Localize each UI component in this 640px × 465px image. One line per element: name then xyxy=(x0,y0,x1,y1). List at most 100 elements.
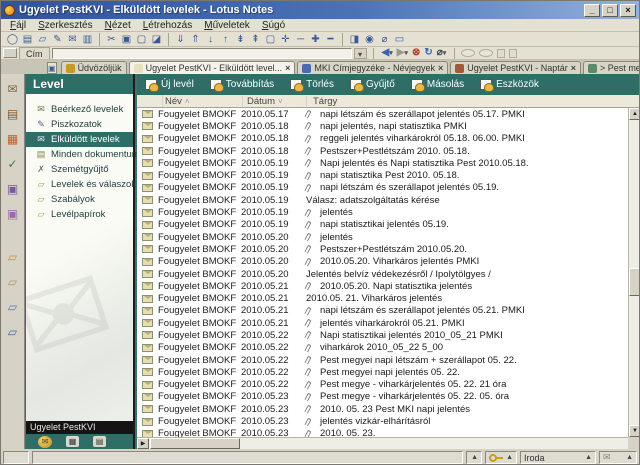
dock-icon[interactable]: ▤ xyxy=(93,436,106,447)
mail-row[interactable]: Fougyelet BMOKF 2010.05.22 Pest megyei n… xyxy=(137,354,640,366)
tab-close-icon[interactable]: × xyxy=(438,63,443,73)
toolbar-icon[interactable]: ▣ xyxy=(119,33,134,46)
toolbar-icon[interactable]: ▢ xyxy=(134,33,149,46)
toolbar-icon[interactable]: ◨ xyxy=(342,33,362,46)
toolbar-icon[interactable]: ✛ xyxy=(278,33,293,46)
mail-row[interactable]: Fougyelet BMOKF 2010.05.23 2010. 05. 23 … xyxy=(137,403,640,415)
menu-item[interactable]: Súgó xyxy=(257,20,290,31)
column-date[interactable]: Dátum˅ xyxy=(243,96,307,107)
toolbar-icon[interactable]: ▱ xyxy=(35,33,50,46)
menu-item[interactable]: Szerkesztés xyxy=(33,20,97,31)
nav-icon[interactable]: ↻▾ xyxy=(422,47,434,59)
folder-item[interactable]: Elküldött levelek xyxy=(26,132,133,147)
folder-item[interactable]: Szabályok xyxy=(26,192,133,207)
bookmark-icon[interactable]: ▣ xyxy=(7,178,18,203)
bookmark-icon[interactable]: ▣ xyxy=(7,203,18,228)
tab-list-button[interactable]: ▣ xyxy=(47,62,57,74)
nav-icon[interactable]: ◀▾ xyxy=(380,47,395,60)
folder-item[interactable]: Levelek és válaszok xyxy=(26,177,133,192)
window-tab[interactable]: > Pest megyei napi létszám +... × xyxy=(583,61,640,74)
mail-row[interactable]: Fougyelet BMOKF 2010.05.22 Napi statiszt… xyxy=(137,329,640,341)
mail-row[interactable]: Fougyelet BMOKF 2010.05.20 Pestszer+Pest… xyxy=(137,243,640,255)
mail-row[interactable]: Fougyelet BMOKF 2010.05.23 Pest megye - … xyxy=(137,391,640,403)
nav-icon[interactable]: ▶▾ xyxy=(395,47,410,60)
address-input[interactable] xyxy=(52,48,352,59)
toolbar-icon[interactable]: ✚ xyxy=(308,33,323,46)
window-tab[interactable]: MKI Címjegyzéke - Névjegyek × xyxy=(297,61,448,74)
address-dropdown[interactable]: ▾ xyxy=(354,48,367,59)
mail-row[interactable]: Fougyelet BMOKF 2010.05.20 2010.05.20. V… xyxy=(137,256,640,268)
bookmark-icon[interactable]: ▱ xyxy=(8,271,17,296)
menu-item[interactable]: Létrehozás xyxy=(138,20,197,31)
bookmark-icon[interactable]: ▤ xyxy=(7,103,18,128)
toolbar-icon[interactable]: ◪ xyxy=(149,33,164,46)
window-tab[interactable]: Üdvözöljük × xyxy=(61,61,127,74)
toolbar-icon[interactable]: ▭ xyxy=(392,33,407,46)
folder-item[interactable]: Piszkozatok xyxy=(26,117,133,132)
toolbar-icon[interactable]: ⌀ xyxy=(377,33,392,46)
menu-item[interactable]: Nézet xyxy=(100,20,136,31)
restore-button[interactable]: □ xyxy=(602,4,618,17)
mail-row[interactable]: Fougyelet BMOKF 2010.05.17 napi létszám … xyxy=(137,108,640,120)
scroll-down-icon[interactable]: ▼ xyxy=(629,425,640,437)
column-subject[interactable]: Tárgy xyxy=(307,96,640,107)
action-button[interactable]: Gyűjtő xyxy=(350,79,395,90)
toolbar-icon[interactable]: ▥ xyxy=(80,33,95,46)
folder-item[interactable]: Levélpapírok xyxy=(26,207,133,222)
bookmark-icon[interactable]: ▦ xyxy=(7,128,18,153)
scroll-up-icon[interactable]: ▲ xyxy=(629,108,640,120)
mail-row[interactable]: Fougyelet BMOKF 2010.05.23 2010. 05. 23. xyxy=(137,428,640,437)
action-button[interactable]: Továbbítás xyxy=(210,79,274,90)
toolbar-icon[interactable]: ⇓ xyxy=(168,33,188,46)
mail-row[interactable]: Fougyelet BMOKF 2010.05.21 jelentés viha… xyxy=(137,317,640,329)
scroll-right-icon[interactable]: ▶ xyxy=(137,438,149,449)
vscroll-thumb[interactable] xyxy=(629,268,640,296)
mail-row[interactable]: Fougyelet BMOKF 2010.05.19 napi statiszt… xyxy=(137,169,640,181)
toolbar-icon[interactable]: ─ xyxy=(293,33,308,46)
status-popup-button[interactable]: ▲ xyxy=(466,451,482,464)
close-button[interactable]: × xyxy=(620,4,636,17)
bookmark-icon[interactable]: ✉ xyxy=(7,78,17,103)
toolbar-icon[interactable]: ✎ xyxy=(50,33,65,46)
mail-status-button[interactable]: ✉▲ xyxy=(599,451,637,464)
dock-icon[interactable]: ▦ xyxy=(66,436,79,447)
title-bar[interactable]: Ugyelet PestKVI - Elküldött levelek - Lo… xyxy=(1,1,639,19)
toolbar-icon[interactable]: ↓ xyxy=(203,33,218,46)
bookmark-icon[interactable]: ✓ xyxy=(7,153,17,178)
mail-row[interactable]: Fougyelet BMOKF 2010.05.22 viharkárok 20… xyxy=(137,342,640,354)
column-name[interactable]: Név˄ xyxy=(163,96,243,107)
toolbar-icon[interactable]: ◯ xyxy=(5,33,20,46)
mail-row[interactable]: Fougyelet BMOKF 2010.05.18 Pestszer+Pest… xyxy=(137,145,640,157)
folder-item[interactable]: Beérkező levelek xyxy=(26,102,133,117)
folder-item[interactable]: Minden dokumentum xyxy=(26,147,133,162)
bookmark-icon[interactable]: ▱ xyxy=(8,321,17,346)
mail-row[interactable]: Fougyelet BMOKF 2010.05.21 napi létszám … xyxy=(137,305,640,317)
mail-row[interactable]: Fougyelet BMOKF 2010.05.22 Pest megyei n… xyxy=(137,366,640,378)
mail-row[interactable]: Fougyelet BMOKF 2010.05.19 Válasz: adats… xyxy=(137,194,640,206)
toolbar-icon[interactable]: ▢ xyxy=(263,33,278,46)
nav-icon[interactable]: ⊗▾ xyxy=(410,47,422,59)
action-button[interactable]: Másolás xyxy=(411,79,464,90)
toolbar-icon[interactable]: ⇞ xyxy=(248,33,263,46)
hscroll-thumb[interactable] xyxy=(150,438,240,449)
toolbar-icon[interactable]: ✉ xyxy=(65,33,80,46)
menu-item[interactable]: Műveletek xyxy=(199,20,255,31)
mail-row[interactable]: Fougyelet BMOKF 2010.05.19 Napi jelentés… xyxy=(137,157,640,169)
tab-close-icon[interactable]: × xyxy=(571,63,576,73)
address-label[interactable]: Cím xyxy=(19,47,50,59)
mail-row[interactable]: Fougyelet BMOKF 2010.05.23 jelentés vizk… xyxy=(137,415,640,427)
window-tab[interactable]: Ugyelet PestKVI - Elküldött level... × xyxy=(129,61,296,74)
mail-row[interactable]: Fougyelet BMOKF 2010.05.21 2010.05. 21. … xyxy=(137,292,640,304)
mail-row[interactable]: Fougyelet BMOKF 2010.05.20 Jelentés belv… xyxy=(137,268,640,280)
toolbar-icon[interactable]: ⇟ xyxy=(233,33,248,46)
action-button[interactable]: Új levél xyxy=(145,79,194,90)
toolbar-icon[interactable]: ━ xyxy=(323,33,338,46)
toolbar-icon[interactable]: ⇑ xyxy=(188,33,203,46)
mail-row[interactable]: Fougyelet BMOKF 2010.05.21 2010.05.20. N… xyxy=(137,280,640,292)
horizontal-scrollbar[interactable]: ◀ ▶ xyxy=(137,437,628,449)
bookmark-icon[interactable]: ▱ xyxy=(8,296,17,321)
mail-row[interactable]: Fougyelet BMOKF 2010.05.19 napi statiszt… xyxy=(137,219,640,231)
toolbar-icon[interactable]: ▤ xyxy=(20,33,35,46)
window-tab[interactable]: Ugyelet PestKVI - Naptár × xyxy=(450,61,581,74)
location-button[interactable]: Iroda▲ xyxy=(520,451,596,464)
